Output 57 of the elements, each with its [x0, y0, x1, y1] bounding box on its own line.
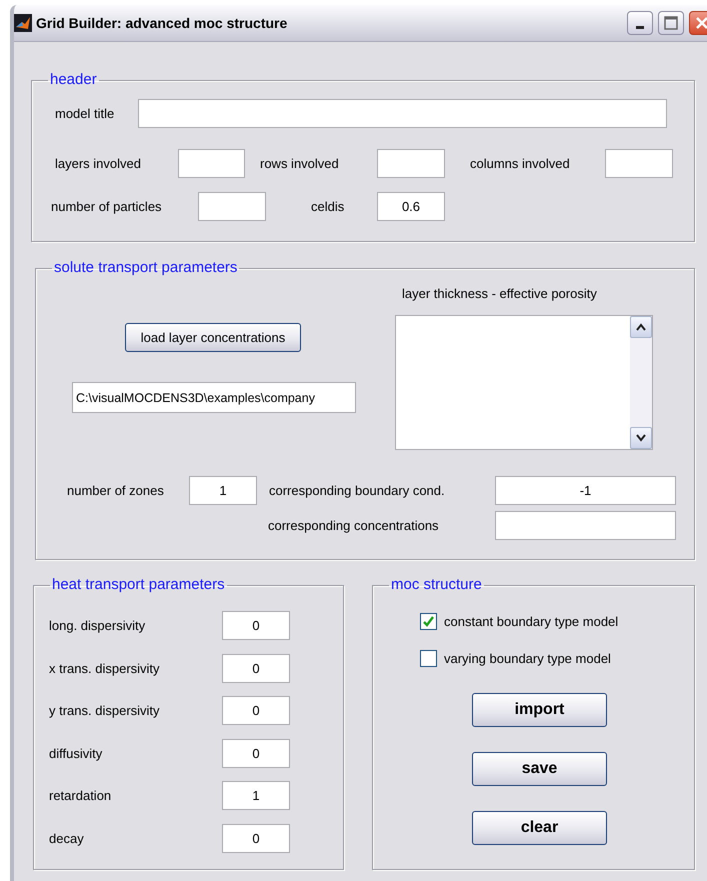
- maximize-icon: [664, 16, 678, 30]
- group-title: moc structure: [390, 576, 483, 594]
- checkbox-label[interactable]: constant boundary type model: [444, 612, 618, 632]
- scroll-up-button[interactable]: [630, 316, 652, 338]
- action-button[interactable]: import: [472, 693, 607, 727]
- input-field[interactable]: [495, 511, 676, 540]
- action-button[interactable]: save: [472, 752, 607, 786]
- group-title: solute transport parameters: [53, 259, 238, 277]
- field-label: layers involved: [55, 154, 142, 173]
- checkbox[interactable]: [420, 613, 437, 630]
- list-label: layer thickness - effective porosity: [402, 286, 598, 302]
- field-label: corresponding boundary cond.: [269, 482, 446, 500]
- field-label: rows involved: [260, 154, 340, 173]
- load-button[interactable]: load layer concentrations: [125, 323, 301, 352]
- check-icon: [422, 615, 435, 628]
- field-label: retardation: [49, 786, 112, 805]
- field-label: number of zones: [67, 482, 165, 500]
- field-label: number of particles: [51, 198, 163, 216]
- group-title: heat transport parameters: [51, 576, 226, 594]
- close-icon: [695, 16, 707, 30]
- field-label: decay: [49, 830, 85, 848]
- maximize-button[interactable]: [658, 11, 684, 35]
- input-field[interactable]: [605, 149, 673, 178]
- field-label: diffusivity: [49, 744, 104, 763]
- input-field[interactable]: 0.6: [377, 192, 445, 221]
- app-logo-icon: [14, 14, 32, 32]
- input-field[interactable]: 1: [189, 476, 257, 505]
- input-field[interactable]: 0: [222, 696, 290, 725]
- field-label: long. dispersivity: [49, 616, 146, 635]
- input-field[interactable]: [198, 192, 266, 221]
- field-label: corresponding concentrations: [268, 516, 440, 535]
- input-field[interactable]: 0: [222, 654, 290, 683]
- window-title: Grid Builder: advanced moc structure: [36, 14, 288, 32]
- input-field[interactable]: -1: [495, 476, 676, 505]
- chevron-down-icon: [635, 433, 647, 443]
- field-label: y trans. dispersivity: [49, 702, 161, 720]
- input-field[interactable]: 0: [222, 739, 290, 768]
- checkbox[interactable]: [420, 650, 437, 667]
- group-title: header: [49, 71, 98, 89]
- checkbox-label[interactable]: varying boundary type model: [444, 648, 611, 668]
- path-field[interactable]: C:\visualMOCDENS3D\examples\company: [72, 382, 356, 413]
- input-field[interactable]: 0: [222, 611, 290, 640]
- input-field[interactable]: 1: [222, 781, 290, 810]
- scroll-down-button[interactable]: [630, 427, 652, 449]
- input-field[interactable]: [178, 149, 245, 178]
- field-label: columns involved: [470, 154, 571, 173]
- minimize-button[interactable]: [627, 11, 653, 35]
- field-label: celdis: [311, 198, 346, 216]
- input-field[interactable]: [138, 99, 667, 128]
- scrollbar[interactable]: [630, 316, 652, 449]
- field-label: model title: [55, 104, 116, 123]
- minimize-icon: [636, 26, 644, 29]
- action-button[interactable]: clear: [472, 811, 607, 845]
- field-label: x trans. dispersivity: [49, 660, 161, 678]
- chevron-up-icon: [635, 322, 647, 332]
- input-field[interactable]: [377, 149, 445, 178]
- input-field[interactable]: 0: [222, 824, 290, 853]
